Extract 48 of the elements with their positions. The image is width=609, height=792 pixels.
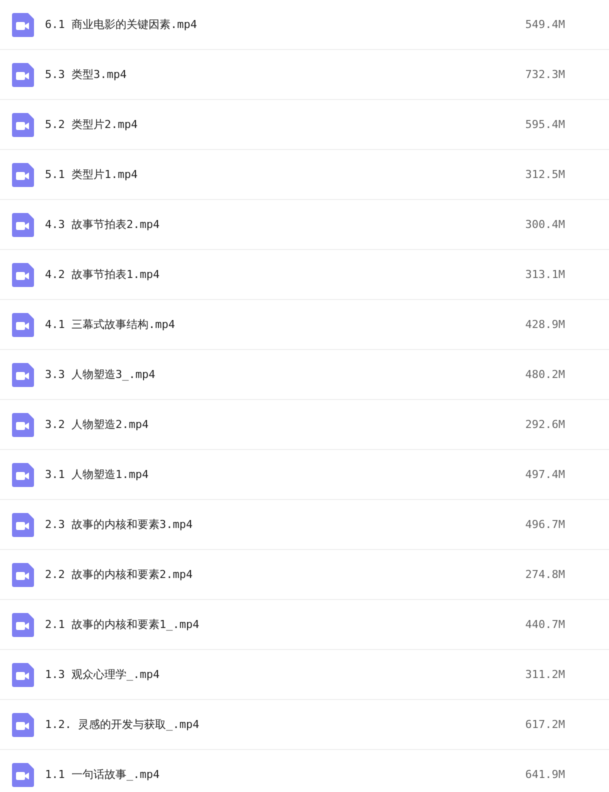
file-name[interactable]: 2.3 故事的内核和要素3.mp4 (45, 517, 445, 532)
file-name[interactable]: 5.2 类型片2.mp4 (45, 117, 445, 132)
file-size: 549.4M (524, 18, 566, 31)
file-size: 480.2M (524, 368, 566, 381)
video-file-icon (12, 312, 34, 336)
file-size: 313.1M (524, 268, 566, 281)
file-name[interactable]: 3.3 人物塑造3_.mp4 (45, 367, 445, 382)
video-file-icon (12, 62, 34, 86)
file-size: 595.4M (524, 118, 566, 131)
file-size: 274.8M (524, 568, 566, 581)
video-file-icon (12, 212, 34, 236)
file-name[interactable]: 1.2. 灵感的开发与获取_.mp4 (45, 717, 445, 732)
file-size: 641.9M (524, 768, 566, 781)
video-file-icon (12, 112, 34, 136)
video-file-icon (12, 12, 34, 36)
file-name[interactable]: 6.1 商业电影的关键因素.mp4 (45, 17, 445, 32)
file-size: 440.7M (524, 618, 566, 631)
file-name[interactable]: 1.3 观众心理学_.mp4 (45, 667, 445, 682)
video-file-icon (12, 162, 34, 186)
file-size: 617.2M (524, 718, 566, 731)
file-name[interactable]: 4.1 三幕式故事结构.mp4 (45, 317, 445, 332)
file-name[interactable]: 5.1 类型片1.mp4 (45, 167, 445, 182)
video-file-icon (12, 612, 34, 636)
file-size: 300.4M (524, 218, 566, 231)
video-file-icon (12, 512, 34, 536)
video-file-icon (12, 462, 34, 486)
file-name[interactable]: 2.1 故事的内核和要素1_.mp4 (45, 617, 445, 632)
file-name[interactable]: 1.1 一句话故事_.mp4 (45, 767, 445, 782)
file-name[interactable]: 3.2 人物塑造2.mp4 (45, 417, 445, 432)
video-file-icon (12, 362, 34, 386)
file-name[interactable]: 4.2 故事节拍表1.mp4 (45, 267, 445, 282)
file-size: 428.9M (524, 318, 566, 331)
file-name[interactable]: 5.3 类型3.mp4 (45, 67, 445, 82)
video-file-icon (12, 262, 34, 286)
video-file-icon (12, 712, 34, 736)
video-file-icon (12, 762, 34, 786)
video-file-icon (12, 662, 34, 686)
file-size: 496.7M (524, 518, 566, 531)
video-file-icon (12, 412, 34, 436)
file-name[interactable]: 3.1 人物塑造1.mp4 (45, 467, 445, 482)
file-name[interactable]: 2.2 故事的内核和要素2.mp4 (45, 567, 445, 582)
file-name[interactable]: 4.3 故事节拍表2.mp4 (45, 217, 445, 232)
file-size: 311.2M (524, 668, 566, 681)
file-size: 312.5M (524, 168, 566, 181)
file-size: 497.4M (524, 468, 566, 481)
video-file-icon (12, 562, 34, 586)
file-size: 732.3M (524, 68, 566, 81)
file-size: 292.6M (524, 418, 566, 431)
